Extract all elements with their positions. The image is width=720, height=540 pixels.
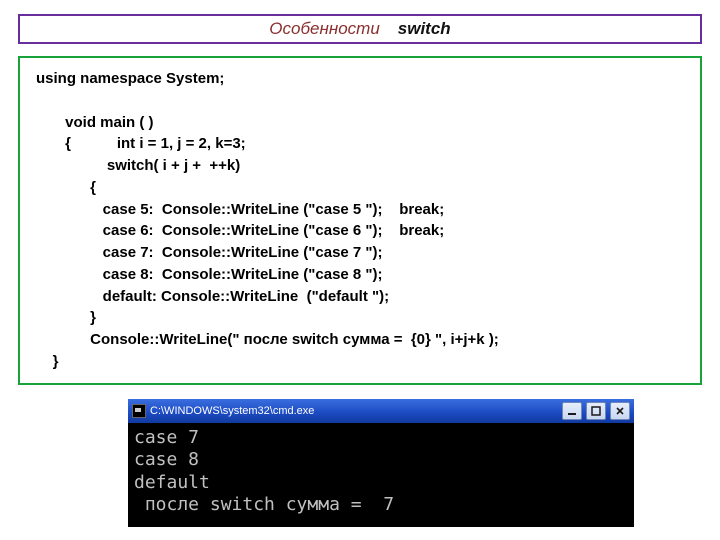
minimize-icon bbox=[567, 406, 577, 416]
console-output: case 7 case 8 default после switch сумма… bbox=[128, 423, 634, 527]
console-line: после switch сумма = 7 bbox=[134, 494, 394, 515]
slide-title-box: Особенности switch bbox=[18, 14, 702, 44]
title-text-right: switch bbox=[398, 19, 451, 39]
close-icon bbox=[615, 406, 625, 416]
console-line: case 8 bbox=[134, 449, 199, 470]
console-line: default bbox=[134, 472, 210, 493]
code-listing: using namespace System; void main ( ) { … bbox=[18, 56, 702, 385]
maximize-button[interactable] bbox=[586, 402, 606, 420]
console-line: case 7 bbox=[134, 427, 199, 448]
title-text-left: Особенности bbox=[269, 19, 379, 39]
console-titlebar: C:\WINDOWS\system32\cmd.exe bbox=[128, 399, 634, 423]
close-button[interactable] bbox=[610, 402, 630, 420]
console-title: C:\WINDOWS\system32\cmd.exe bbox=[150, 405, 558, 417]
maximize-icon bbox=[591, 406, 601, 416]
console-window: C:\WINDOWS\system32\cmd.exe case 7 case … bbox=[128, 399, 634, 527]
minimize-button[interactable] bbox=[562, 402, 582, 420]
cmd-icon bbox=[132, 404, 146, 418]
